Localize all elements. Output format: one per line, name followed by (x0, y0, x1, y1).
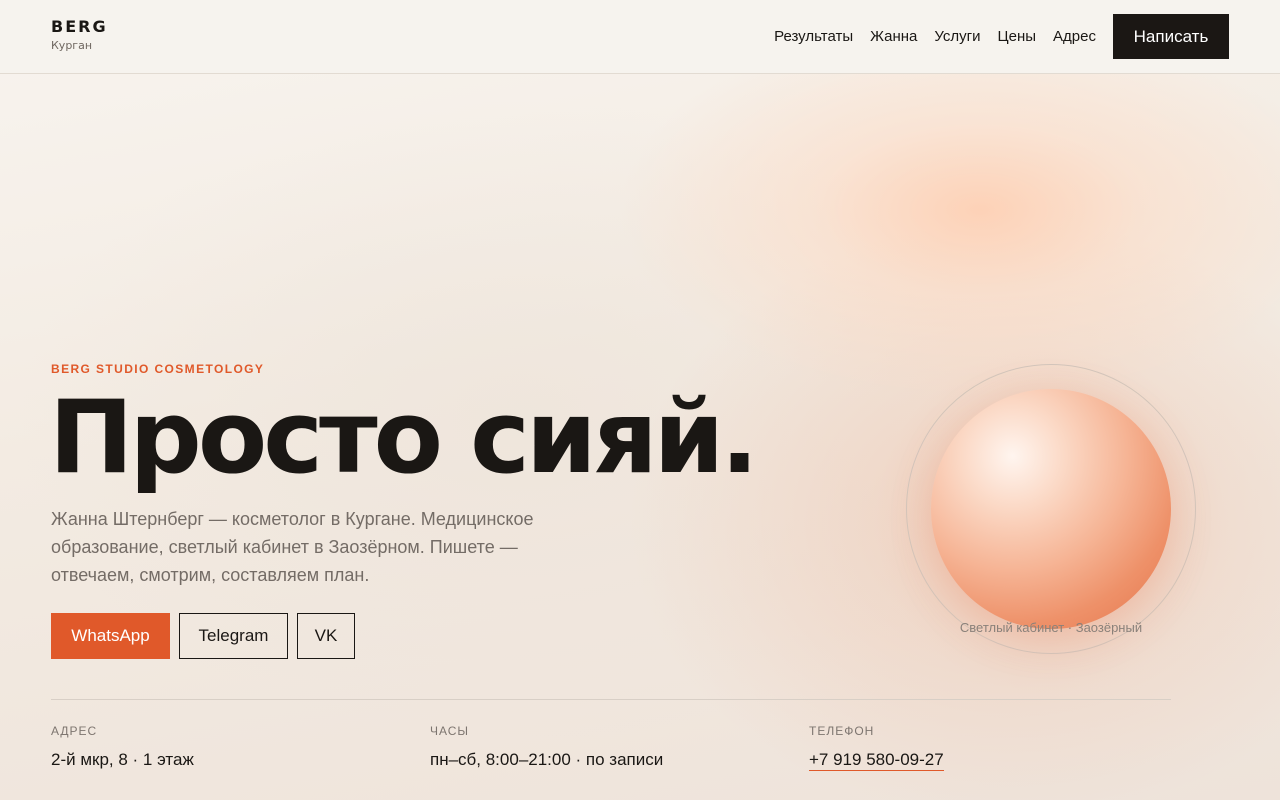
info-phone: ТЕЛЕФОН +7 919 580-09-27 (809, 724, 944, 771)
telegram-button[interactable]: Telegram (179, 613, 288, 659)
phone-link[interactable]: +7 919 580-09-27 (809, 750, 944, 771)
hours-value: пн–сб, 8:00–21:00 · по записи (430, 750, 664, 769)
vk-button[interactable]: VK (297, 613, 355, 659)
brand-city: Курган (51, 39, 93, 52)
phone-label: ТЕЛЕФОН (809, 724, 875, 738)
info-hours: ЧАСЫ пн–сб, 8:00–21:00 · по записи (430, 724, 663, 771)
write-button[interactable]: Написать (1113, 14, 1229, 59)
site-header: BERG Курган Результаты Жанна Услуги Цены… (0, 0, 1280, 74)
info-address: АДРЕС 2-й мкр, 8 · 1 этаж (51, 724, 194, 771)
hero-section: BERG STUDIO COSMETOLOGY Просто сияй. Жан… (0, 0, 1280, 800)
nav-link-prices[interactable]: Цены (998, 14, 1037, 59)
phone-value-wrap: +7 919 580-09-27 (809, 749, 944, 771)
hero-lead: Жанна Штернберг — косметолог в Кургане. … (51, 509, 534, 585)
info-divider (51, 699, 1171, 700)
main-nav: Результаты Жанна Услуги Цены Адрес Напис… (774, 14, 1229, 59)
hero-eyebrow: BERG STUDIO COSMETOLOGY (51, 362, 265, 376)
nav-link-results[interactable]: Результаты (774, 14, 853, 59)
hero-headline: Просто сияй. (49, 378, 759, 496)
whatsapp-button[interactable]: WhatsApp (51, 613, 170, 659)
brand-name: BERG (51, 17, 108, 36)
contact-buttons: WhatsApp Telegram VK (51, 613, 364, 659)
nav-link-services[interactable]: Услуги (934, 14, 980, 59)
nav-link-address[interactable]: Адрес (1053, 14, 1096, 59)
sphere-caption: Светлый кабинет · Заозёрный (959, 620, 1143, 635)
decorative-sphere (931, 389, 1171, 629)
hours-label: ЧАСЫ (430, 724, 470, 738)
address-value: 2-й мкр, 8 · 1 этаж (51, 750, 194, 769)
nav-link-zhanna[interactable]: Жанна (870, 14, 917, 59)
logo[interactable]: BERG Курган (51, 17, 108, 53)
address-label: АДРЕС (51, 724, 98, 738)
